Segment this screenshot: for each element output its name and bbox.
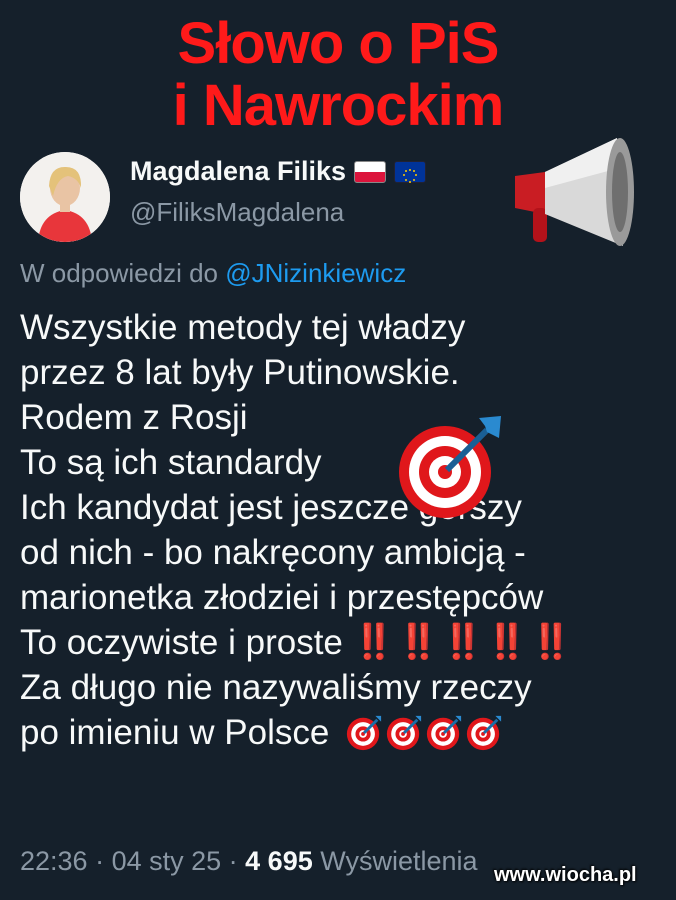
target-icon — [387, 715, 422, 750]
tweet-line-text: To oczywiste i proste — [20, 623, 343, 662]
target-icons — [345, 714, 503, 752]
tweet-line: Ich kandydat jest jeszcze gorszy — [20, 488, 522, 527]
eu-flag-icon — [394, 160, 427, 183]
megaphone-icon — [515, 138, 634, 246]
views-label: Wyświetlenia — [312, 846, 478, 876]
author-name-row[interactable]: Magdalena Filiks — [130, 156, 427, 187]
target-icon — [347, 715, 382, 750]
tweet-date[interactable]: 04 sty 25 — [112, 846, 222, 876]
poland-flag-icon — [354, 160, 387, 183]
author-block: Magdalena Filiks @FiliksMagdalena — [130, 156, 427, 228]
views-count: 4 695 — [245, 846, 313, 876]
author-handle[interactable]: @FiliksMagdalena — [130, 197, 426, 228]
watermark: www.wiocha.pl — [494, 864, 637, 886]
target-icon — [427, 715, 462, 750]
tweet-text: Wszystkie metody tej władzy przez 8 lat … — [20, 305, 660, 755]
tweet-meta: 22:36 · 04 sty 25 · 4 695 Wyświetlenia — [20, 846, 478, 877]
meta-separator: · — [87, 846, 112, 876]
double-exclamation-icon: ‼️‼️‼️‼️‼️ — [352, 623, 575, 661]
tweet-line: od nich - bo nakręcony ambicją - — [20, 533, 526, 572]
tweet-line: Wszystkie metody tej władzy — [20, 308, 466, 347]
target-icon — [399, 416, 501, 518]
tweet-line: przez 8 lat były Putinowskie. — [20, 353, 460, 392]
tweet-line: To są ich standardy — [20, 443, 322, 482]
reply-mention-link[interactable]: @JNizinkiewicz — [225, 258, 406, 288]
tweet-line: marionetka złodziei i przestępców — [20, 578, 544, 617]
tweet-line-with-targets: po imieniu w Polsce — [20, 710, 660, 755]
tweet-line-text: po imieniu w Polsce — [20, 713, 330, 752]
headline-line-1: Słowo o PiS — [177, 11, 500, 76]
avatar[interactable] — [20, 152, 110, 242]
tweet-time[interactable]: 22:36 — [20, 846, 88, 876]
avatar-photo-icon — [20, 152, 110, 242]
reply-prefix: W odpowiedzi do — [20, 258, 218, 288]
meta-separator: · — [221, 846, 246, 876]
tweet-line-with-bangs: To oczywiste i proste ‼️‼️‼️‼️‼️ — [20, 620, 660, 665]
reply-context: W odpowiedzi do @JNizinkiewicz — [20, 258, 406, 289]
author-name[interactable]: Magdalena Filiks — [130, 156, 346, 187]
tweet-line: Rodem z Rosji — [20, 398, 248, 437]
tweet-line: Za długo nie nazywaliśmy rzeczy — [20, 668, 532, 707]
target-icon — [467, 715, 502, 750]
headline: Słowo o PiS i Nawrockim — [0, 10, 676, 140]
